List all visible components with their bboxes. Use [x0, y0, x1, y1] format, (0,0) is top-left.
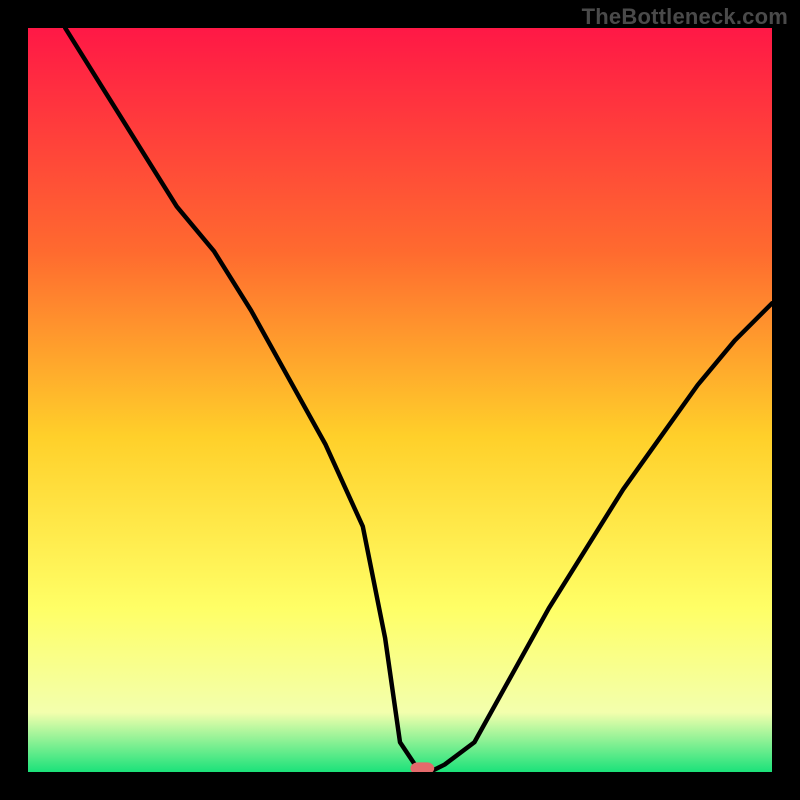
optimal-point-marker	[410, 762, 434, 772]
chart-frame: TheBottleneck.com	[0, 0, 800, 800]
watermark-text: TheBottleneck.com	[582, 4, 788, 30]
bottleneck-chart	[28, 28, 772, 772]
gradient-background	[28, 28, 772, 772]
plot-area	[28, 28, 772, 772]
